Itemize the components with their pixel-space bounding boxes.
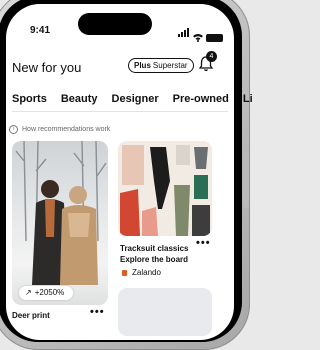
plus-tier-label: Superstar <box>152 61 188 70</box>
plus-label: Plus <box>134 61 151 70</box>
wifi-icon <box>193 34 203 42</box>
tabs-divider <box>12 111 228 112</box>
more-icon[interactable]: ••• <box>90 306 105 318</box>
board-title-line1: Tracksuit classics <box>120 244 189 253</box>
dynamic-island <box>78 13 152 35</box>
tracksuit-collage-image <box>118 141 212 236</box>
more-icon[interactable]: ••• <box>196 237 211 249</box>
board-card-tracksuit[interactable] <box>118 141 212 236</box>
zalando-logo-icon <box>122 269 127 276</box>
recommendations-info-text: How recommendations work <box>22 126 111 133</box>
product-card-deer-print[interactable]: ↗ +2050% <box>12 141 108 305</box>
brand-name: Zalando <box>132 268 161 277</box>
tab-beauty[interactable]: Beauty <box>61 93 98 105</box>
status-time: 9:41 <box>30 25 51 36</box>
card-caption-deer-print: Deer print <box>12 311 50 320</box>
plus-membership-badge[interactable]: Plus Superstar <box>128 58 194 73</box>
status-icons <box>178 24 223 42</box>
product-card-next[interactable] <box>118 288 212 336</box>
tab-sports[interactable]: Sports <box>12 93 47 105</box>
category-tabs: Sports Beauty Designer Pre-owned Li <box>12 93 253 105</box>
board-title: Tracksuit classics Explore the board <box>120 243 189 265</box>
board-brand: Zalando <box>122 268 161 277</box>
board-title-line2: Explore the board <box>120 255 189 264</box>
models-photo <box>32 180 98 285</box>
page-title: New for you <box>12 60 82 75</box>
recommendations-info[interactable]: i How recommendations work <box>9 125 110 134</box>
tab-more-truncated[interactable]: Li <box>243 93 253 105</box>
phone-side-button <box>243 150 249 208</box>
tab-pre-owned[interactable]: Pre-owned <box>173 93 229 105</box>
battery-icon <box>206 34 223 42</box>
trend-growth-pill: ↗ +2050% <box>19 286 74 300</box>
trend-up-icon: ↗ <box>25 288 32 297</box>
growth-value: +2050% <box>34 288 65 297</box>
info-icon: i <box>9 125 18 134</box>
notification-count-badge: 4 <box>206 51 217 62</box>
tab-designer[interactable]: Designer <box>112 93 159 105</box>
signal-icon <box>178 24 190 42</box>
